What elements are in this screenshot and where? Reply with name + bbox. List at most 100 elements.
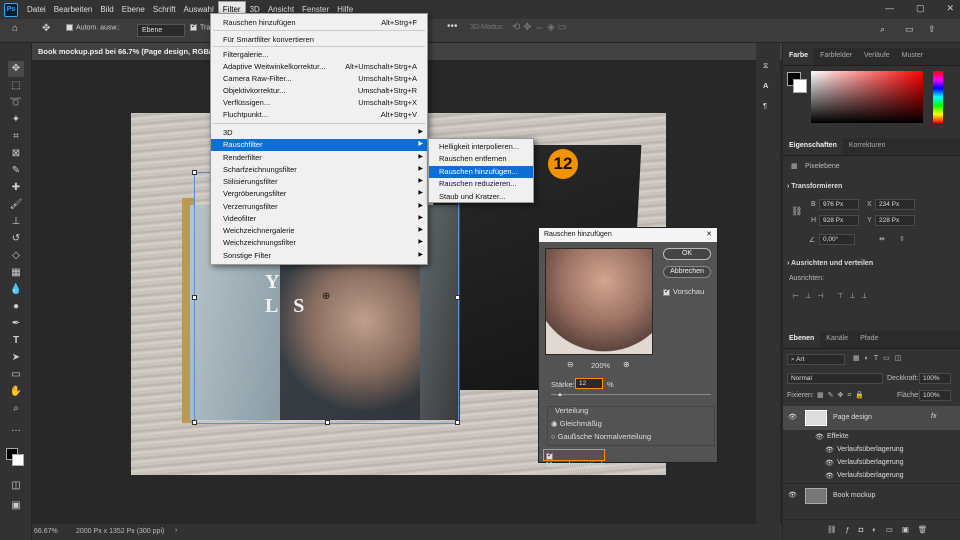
filter-menu-item[interactable]: Scharfzeichnungsfilter ▶ [211,164,427,176]
menu-ebene[interactable]: Ebene [118,2,149,17]
gradient-icon[interactable]: ▦ [8,265,24,281]
menu-bearbeiten[interactable]: Bearbeiten [50,2,97,17]
hue-slider[interactable] [933,71,943,123]
ok-button[interactable]: OK [663,248,711,260]
flip-vertical-icon[interactable]: ⇳ [899,235,905,243]
slider-handle-icon[interactable]: ▲ [557,392,563,398]
brush-icon[interactable]: 🖌 [8,197,24,213]
visibility-eye-icon[interactable]: 👁 [815,433,824,441]
quick-mask-icon[interactable]: ◫ [8,478,24,494]
eyedropper-icon[interactable]: ✎ [8,163,24,179]
layer-row[interactable]: 👁 Effekte [783,430,960,443]
cancel-button[interactable]: Abbrechen [663,266,711,278]
status-arrow-icon[interactable]: › [175,527,177,534]
close-icon[interactable]: ✕ [946,3,954,14]
filter-menu-item[interactable]: Weichzeichnergalerie ▶ [211,225,427,237]
link-icon[interactable]: ⛓ [791,206,802,217]
hand-icon[interactable]: ✋ [8,384,24,400]
transform-handle[interactable] [192,420,197,425]
transform-handle[interactable] [455,420,460,425]
zoom-in-icon[interactable]: ⊕ [623,360,630,369]
eraser-icon[interactable]: ◇ [8,248,24,264]
flip-horizontal-icon[interactable]: ⇹ [879,235,885,243]
menu-bild[interactable]: Bild [96,2,117,17]
align-buttons-icon[interactable]: ⊢⊥⊣ ⊤⊥⊥ [793,292,874,300]
screen-mode-icon[interactable]: ▣ [8,498,24,514]
tab-kanaele[interactable]: Kanäle [820,331,854,348]
filter-menu-item[interactable]: Weichzeichnungsfilter ▶ [211,237,427,249]
zoom-level[interactable]: 66.67% [34,528,58,535]
share-icon[interactable]: ⇪ [928,24,936,35]
marquee-icon[interactable]: ⬚ [8,78,24,94]
filter-menu-item[interactable]: Camera Raw-Filter... Umschalt+Strg+A [211,73,427,85]
filter-menu-item[interactable]: Adaptive Weitwinkelkorrektur... Alt+Umsch… [211,61,427,73]
amount-input[interactable]: 12 [575,378,603,389]
maximize-icon[interactable]: ▢ [916,3,925,14]
dodge-icon[interactable]: ● [8,299,24,315]
preview-checkbox[interactable] [663,287,670,296]
width-field[interactable]: 976 Px [819,199,859,210]
tab-verlaeufe[interactable]: Verläufe [858,48,896,65]
filter-menu-item[interactable]: Verflüssigen... Umschalt+Strg+X [211,97,427,109]
background-color-swatch[interactable] [12,454,24,466]
height-field[interactable]: 928 Px [819,215,859,226]
visibility-eye-icon[interactable]: 👁 [788,491,797,499]
color-picker-field[interactable] [811,71,923,123]
zoom-icon[interactable]: ⌕ [8,401,24,417]
fx-icon[interactable]: fx [931,413,936,420]
crop-icon[interactable]: ⌗ [8,129,24,145]
noise-menu-item[interactable]: Rauschen hinzufügen... [429,165,533,178]
menu-schrift[interactable]: Schrift [149,2,180,17]
frame-icon[interactable]: ⊠ [8,146,24,162]
filter-menu-item[interactable]: 3D ▶ [211,127,427,139]
healing-icon[interactable]: ✚ [8,180,24,196]
history-icon[interactable]: ⧖ [763,61,768,71]
angle-field[interactable]: 0,00° [819,234,855,245]
layer-filter-dropdown[interactable]: ⌕ Art [787,354,845,365]
filter-menu-item[interactable]: Stilisierungsfilter ▶ [211,176,427,188]
auto-select-checkbox[interactable] [66,24,73,31]
path-select-icon[interactable]: ➤ [8,350,24,366]
opacity-field[interactable]: 100% [919,373,951,384]
move-icon[interactable]: ✥ [8,61,24,77]
move-tool-icon[interactable]: ✥ [42,23,50,34]
transform-handle[interactable] [192,170,197,175]
tab-farbe[interactable]: Farbe [783,48,815,65]
filter-menu-item[interactable]: Renderfilter ▶ [211,152,427,164]
transform-checkbox[interactable] [190,22,197,31]
history-brush-icon[interactable]: ↺ [8,231,24,247]
visibility-eye-icon[interactable]: 👁 [788,413,797,421]
x-field[interactable]: 234 Px [875,199,915,210]
visibility-eye-icon[interactable]: 👁 [825,446,834,454]
layer-row[interactable]: 👁 Verlaufsüberlagerung [783,469,960,482]
layer-filter-icons[interactable]: ▦◐T▭◫ [853,354,906,362]
filter-menu-item[interactable]: Fluchtpunkt... Alt+Strg+V [211,109,427,121]
layer-row[interactable]: 👁 Page design fx [783,406,960,430]
filter-menu-item[interactable]: Rauschfilter ▶ [211,139,427,151]
character-icon[interactable]: A [763,81,768,90]
reference-point-icon[interactable]: ⊕ [322,291,330,302]
filter-menu-item[interactable]: Filtergalerie... [211,49,427,61]
filter-menu-item[interactable]: Sonstige Filter ▶ [211,250,427,262]
home-icon[interactable]: ⌂ [12,23,18,34]
stamp-icon[interactable]: ⊥ [8,214,24,230]
uniform-radio[interactable]: ◉ [551,419,558,428]
filter-menu-item[interactable]: Für Smartfilter konvertieren [211,34,427,46]
minimize-icon[interactable]: — [885,3,894,14]
magic-wand-icon[interactable]: ✦ [8,112,24,128]
menu-datei[interactable]: Datei [23,2,50,17]
bg-color[interactable] [793,79,807,93]
tab-ebenen[interactable]: Ebenen [783,331,821,348]
paragraph-icon[interactable]: ¶ [763,101,767,110]
layer-actions-icons[interactable]: ⛓ƒ◘◐▭▣🗑 [827,525,936,534]
layer-row[interactable]: 👁 Verlaufsüberlagerung [783,456,960,469]
noise-menu-item[interactable]: Rauschen entfernen [429,153,533,165]
tab-muster[interactable]: Muster [896,48,929,65]
lock-icons[interactable]: ▦✎✥⌗🔒 [817,391,868,400]
transform-handle[interactable] [192,295,197,300]
type-icon[interactable]: T [8,333,24,349]
monochrome-checkbox[interactable] [546,451,553,460]
transform-handle[interactable] [455,295,460,300]
visibility-eye-icon[interactable]: 👁 [825,459,834,467]
rectangle-icon[interactable]: ▭ [8,367,24,383]
